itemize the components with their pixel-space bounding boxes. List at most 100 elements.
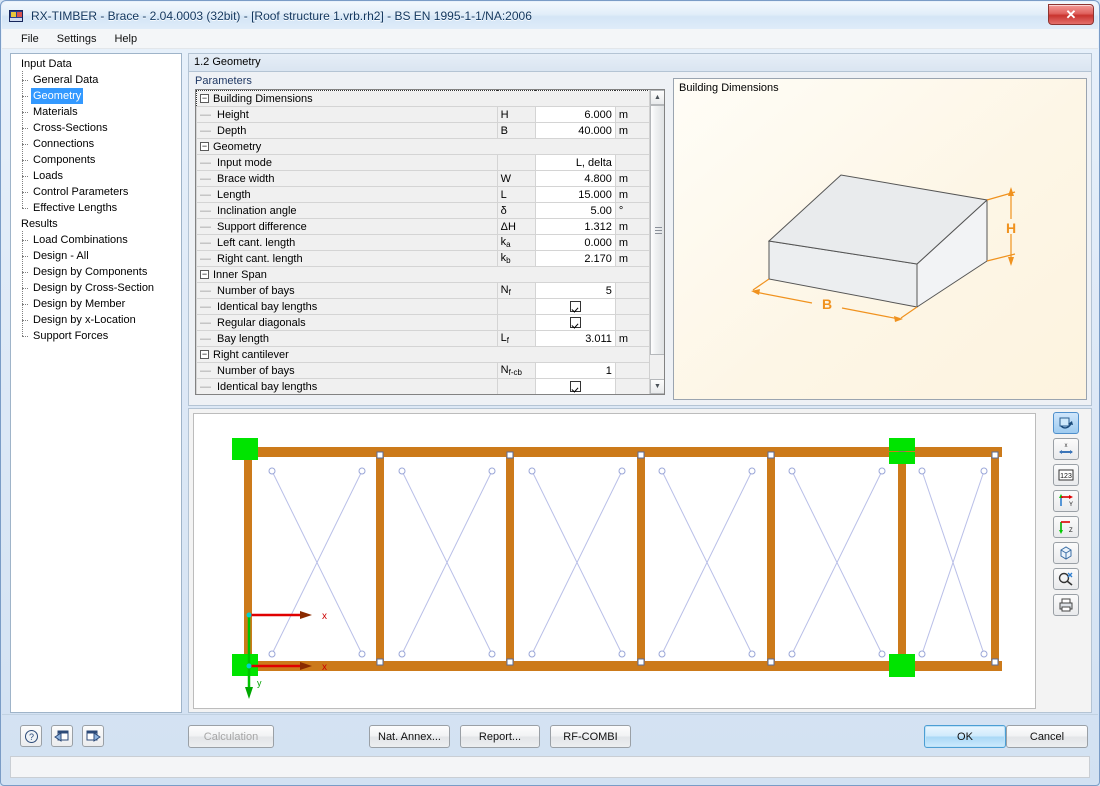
row-value[interactable]: 6.000 bbox=[534, 106, 616, 123]
sidebar-item-support-forces[interactable]: Support Forces bbox=[17, 327, 181, 344]
table-row[interactable]: — Support difference ΔH 1.312 m bbox=[196, 218, 651, 235]
collapse-icon[interactable]: − bbox=[200, 142, 209, 152]
row-symbol: B bbox=[496, 122, 536, 139]
collapse-icon[interactable]: − bbox=[200, 94, 209, 104]
drawing-canvas[interactable]: x x y bbox=[193, 413, 1036, 709]
table-row[interactable]: — Number of bays Nf-cb 1 bbox=[196, 362, 651, 379]
axis-y-icon[interactable]: Y bbox=[1053, 490, 1079, 512]
row-checkbox-cell[interactable] bbox=[534, 378, 616, 394]
row-value[interactable]: 1.312 bbox=[534, 218, 616, 235]
sidebar-item-components[interactable]: Components bbox=[17, 151, 181, 168]
row-value[interactable]: 5 bbox=[534, 282, 616, 299]
sidebar-item-cross-sections[interactable]: Cross-Sections bbox=[17, 119, 181, 136]
zoom-reset-icon[interactable] bbox=[1053, 568, 1079, 590]
table-row[interactable]: — Inclination angle δ 5.00 ° bbox=[196, 202, 651, 219]
checkbox-checked-icon[interactable] bbox=[569, 317, 581, 329]
sidebar-item-effective-lengths[interactable]: Effective Lengths bbox=[17, 199, 181, 216]
row-checkbox-cell[interactable] bbox=[534, 314, 616, 331]
footer-bar: ? Calculation Nat. Annex... Report... RF… bbox=[2, 714, 1098, 784]
table-group-row[interactable]: − Geometry bbox=[196, 138, 650, 155]
menu-help[interactable]: Help bbox=[105, 31, 146, 47]
axis-z-icon[interactable]: Z bbox=[1053, 516, 1079, 538]
rf-combi-button[interactable]: RF-COMBI bbox=[550, 725, 631, 748]
row-unit bbox=[614, 298, 651, 315]
sidebar-item-design-by-x-location[interactable]: Design by x-Location bbox=[17, 311, 181, 328]
parameters-grid[interactable]: − Building Dimensions — Height H 6.000 m —… bbox=[195, 89, 665, 395]
table-row[interactable]: — Number of bays Nf 5 bbox=[196, 282, 651, 299]
sidebar-item-design-by-cross-section[interactable]: Design by Cross-Section bbox=[17, 279, 181, 296]
sidebar-item-materials[interactable]: Materials bbox=[17, 103, 181, 120]
nat-annex-button[interactable]: Nat. Annex... bbox=[369, 725, 450, 748]
dimension-x-icon[interactable]: x bbox=[1053, 438, 1079, 460]
sidebar-item-control-parameters[interactable]: Control Parameters bbox=[17, 183, 181, 200]
navigation-tree[interactable]: Input Data General Data Geometry Materia… bbox=[10, 53, 182, 713]
table-group-row[interactable]: − Inner Span bbox=[196, 266, 650, 283]
collapse-icon[interactable]: − bbox=[200, 270, 209, 280]
row-label: Length bbox=[217, 188, 251, 201]
row-value[interactable]: 5.00 bbox=[534, 202, 616, 219]
row-value[interactable]: 1 bbox=[534, 362, 616, 379]
table-row[interactable]: — Right cant. length kb 2.170 m bbox=[196, 250, 651, 267]
sidebar-item-load-combinations[interactable]: Load Combinations bbox=[17, 231, 181, 248]
table-row[interactable]: — Depth B 40.000 m bbox=[196, 122, 651, 139]
next-page-icon[interactable] bbox=[82, 725, 104, 747]
ok-button[interactable]: OK bbox=[924, 725, 1006, 748]
table-row[interactable]: — Bay length Lf 3.011 m bbox=[196, 330, 651, 347]
sidebar-item-design-all[interactable]: Design - All bbox=[17, 247, 181, 264]
table-row[interactable]: — Regular diagonals bbox=[196, 314, 651, 331]
row-unit: m bbox=[614, 218, 651, 235]
grid-vertical-scrollbar[interactable]: ▲ ▼ bbox=[649, 90, 664, 394]
menu-file[interactable]: File bbox=[12, 31, 48, 47]
row-label: Bay length bbox=[217, 332, 269, 345]
row-value[interactable]: 4.800 bbox=[534, 170, 616, 187]
previous-page-icon[interactable] bbox=[51, 725, 73, 747]
row-value[interactable]: 15.000 bbox=[534, 186, 616, 203]
menu-settings[interactable]: Settings bbox=[48, 31, 106, 47]
collapse-icon[interactable]: − bbox=[200, 350, 209, 360]
row-symbol: ΔH bbox=[496, 218, 536, 235]
table-row[interactable]: — Length L 15.000 m bbox=[196, 186, 651, 203]
tree-group-results: Results bbox=[17, 216, 181, 232]
sidebar-item-design-by-components[interactable]: Design by Components bbox=[17, 263, 181, 280]
sidebar-item-geometry[interactable]: Geometry bbox=[17, 87, 181, 104]
report-button[interactable]: Report... bbox=[460, 725, 540, 748]
table-row[interactable]: — Brace width W 4.800 m bbox=[196, 170, 651, 187]
table-row[interactable]: — Input mode L, delta bbox=[196, 154, 651, 171]
parameters-panel: Parameters − Building Dimensions — Height … bbox=[188, 71, 1092, 406]
view-toolbar[interactable]: x 123 Y Z bbox=[1044, 412, 1088, 712]
scroll-down-icon[interactable]: ▼ bbox=[650, 379, 664, 394]
sidebar-item-design-by-member[interactable]: Design by Member bbox=[17, 295, 181, 312]
checkbox-checked-icon[interactable] bbox=[569, 301, 581, 313]
row-symbol-sub: f bbox=[506, 336, 510, 345]
tree-group-input-data: Input Data bbox=[17, 56, 181, 72]
cancel-button[interactable]: Cancel bbox=[1006, 725, 1088, 748]
table-row[interactable]: — Identical bay lengths bbox=[196, 298, 651, 315]
help-icon[interactable]: ? bbox=[20, 725, 42, 747]
row-symbol-sub: b bbox=[506, 256, 511, 265]
scroll-up-icon[interactable]: ▲ bbox=[650, 90, 664, 105]
table-row[interactable]: — Left cant. length ka 0.000 m bbox=[196, 234, 651, 251]
table-row[interactable]: — Identical bay lengths bbox=[196, 378, 651, 394]
row-value[interactable]: 40.000 bbox=[534, 122, 616, 139]
rotate-view-icon[interactable] bbox=[1053, 412, 1079, 434]
row-value[interactable]: 2.170 bbox=[534, 250, 616, 267]
row-value[interactable]: 0.000 bbox=[534, 234, 616, 251]
table-group-row[interactable]: − Right cantilever bbox=[196, 346, 650, 363]
table-row[interactable]: — Height H 6.000 m bbox=[196, 106, 651, 123]
row-value[interactable]: 3.011 bbox=[534, 330, 616, 347]
row-checkbox-cell[interactable] bbox=[534, 298, 616, 315]
print-icon[interactable] bbox=[1053, 594, 1079, 616]
isometric-cube-icon[interactable] bbox=[1053, 542, 1079, 564]
sidebar-item-connections[interactable]: Connections bbox=[17, 135, 181, 152]
sidebar-item-general-data[interactable]: General Data bbox=[17, 71, 181, 88]
calculation-button[interactable]: Calculation bbox=[188, 725, 274, 748]
row-value[interactable]: L, delta bbox=[534, 154, 616, 171]
scrollbar-thumb[interactable] bbox=[650, 105, 664, 355]
table-group-row[interactable]: − Building Dimensions bbox=[196, 90, 650, 107]
sidebar-item-label: Design - All bbox=[33, 250, 89, 262]
sidebar-item-loads[interactable]: Loads bbox=[17, 167, 181, 184]
row-label: Depth bbox=[217, 124, 247, 137]
numbering-icon[interactable]: 123 bbox=[1053, 464, 1079, 486]
close-button[interactable]: ✕ bbox=[1048, 4, 1094, 25]
checkbox-checked-icon[interactable] bbox=[569, 381, 581, 393]
